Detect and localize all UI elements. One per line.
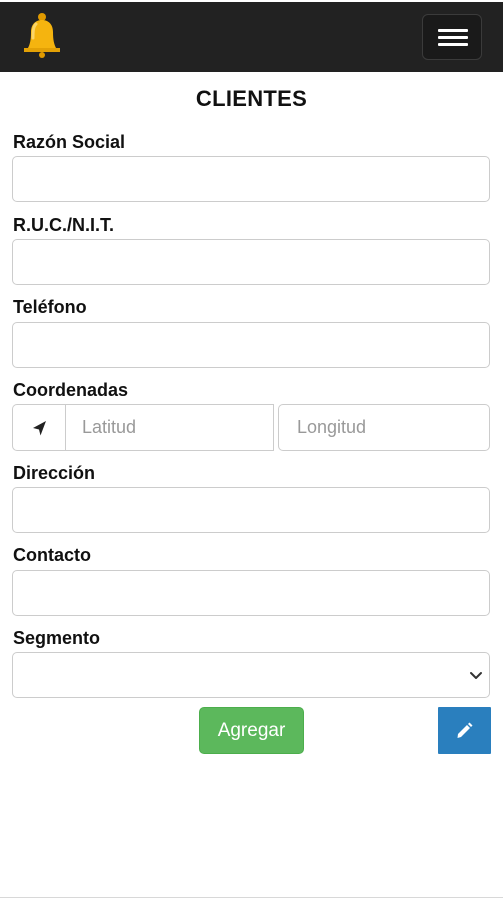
telefono-label: Teléfono — [13, 297, 87, 317]
top-navbar — [0, 0, 503, 72]
page-divider — [0, 897, 503, 898]
segmento-select[interactable] — [12, 652, 490, 698]
segmento-label: Segmento — [13, 628, 101, 648]
bell-icon[interactable] — [20, 10, 64, 58]
chevron-down-icon — [470, 672, 482, 679]
contacto-label: Contacto — [13, 545, 91, 565]
direccion-label: Dirección — [13, 463, 96, 483]
telefono-input[interactable] — [12, 322, 490, 368]
hamburger-menu-icon — [438, 29, 468, 32]
razon-social-label: Razón Social — [13, 132, 126, 152]
razon-social-input[interactable] — [12, 156, 490, 202]
latitude-input[interactable]: Latitud — [65, 404, 274, 451]
direccion-input[interactable] — [12, 487, 490, 533]
coordenadas-label: Coordenadas — [13, 380, 129, 400]
page-title: CLIENTES — [195, 86, 308, 111]
hamburger-menu-button[interactable] — [422, 14, 482, 60]
ruc-nit-label: R.U.C./N.I.T. — [13, 215, 115, 235]
contacto-input[interactable] — [12, 570, 490, 616]
longitude-input[interactable]: Longitud — [278, 404, 490, 451]
ruc-nit-input[interactable] — [12, 239, 490, 285]
add-button[interactable]: Agregar — [199, 707, 304, 754]
edit-button[interactable] — [438, 707, 491, 754]
location-arrow-icon — [33, 421, 46, 436]
coordinates-input-group: Latitud Longitud — [12, 404, 490, 451]
pencil-icon — [457, 722, 473, 738]
locate-button[interactable] — [12, 404, 65, 451]
